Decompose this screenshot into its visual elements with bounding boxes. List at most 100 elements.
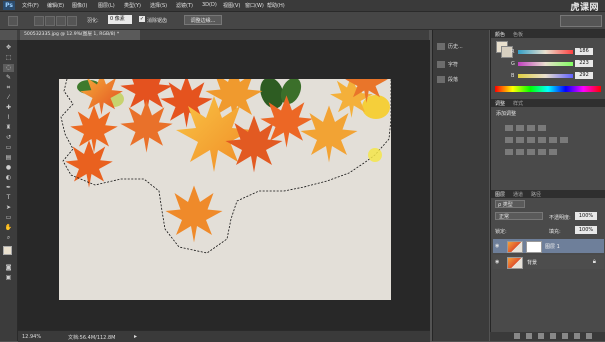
new-layer-icon[interactable] [574,333,580,339]
history-brush-tool-icon[interactable]: ↺ [3,134,14,142]
subtract-selection-icon[interactable] [56,16,66,26]
path-select-tool-icon[interactable]: ➤ [3,204,14,212]
eraser-tool-icon[interactable]: ▭ [3,144,14,152]
tab-styles[interactable]: 样式 [513,100,523,107]
tab-adjustments[interactable]: 调整 [495,100,505,107]
marquee-tool-icon[interactable]: ⬚ [3,54,14,62]
document-tab-bar: 500532335.jpg @ 12.9%(图层 1, RGB/8) * [17,30,429,40]
vibrance-icon[interactable] [505,137,513,143]
menu-window[interactable]: 窗口(W) [245,2,264,9]
r-value[interactable]: 186 [575,48,593,55]
crop-tool-icon[interactable]: ⌗ [3,84,14,92]
blend-mode-select[interactable]: 正常 [495,212,543,220]
channel-mixer-icon[interactable] [560,137,568,143]
document-image[interactable] [59,79,391,300]
delete-layer-icon[interactable] [586,333,592,339]
dodge-tool-icon[interactable]: ◐ [3,174,14,182]
eyedropper-tool-icon[interactable]: ⁄ [3,94,14,102]
history-panel-button[interactable]: 历史... [437,43,463,50]
link-layers-icon[interactable] [514,333,520,339]
feather-input[interactable]: 0 像素 [108,15,132,24]
menu-3d[interactable]: 3D(D) [202,2,217,8]
workspace-select[interactable] [560,15,602,27]
selective-color-icon[interactable] [549,149,557,155]
menu-select[interactable]: 选择(S) [150,2,167,9]
color-balance-icon[interactable] [527,137,535,143]
posterize-icon[interactable] [516,149,524,155]
tab-paths[interactable]: 路径 [531,191,541,198]
invert-icon[interactable] [505,149,513,155]
hand-tool-icon[interactable]: ✋ [3,224,14,232]
tab-color[interactable]: 颜色 [495,31,505,38]
visibility-eye-icon[interactable]: ◉ [495,243,501,249]
move-tool-icon[interactable]: ✥ [3,44,14,52]
brightness-icon[interactable] [505,125,513,131]
fill-input[interactable]: 100% [575,226,597,234]
quick-select-tool-icon[interactable]: ✎ [3,74,14,82]
b-slider[interactable] [518,74,573,78]
character-label: 字符 [448,62,459,68]
foreground-color-swatch[interactable] [3,246,12,255]
g-slider[interactable] [518,62,573,66]
lasso-preset-icon[interactable] [8,16,18,26]
menu-file[interactable]: 文件(F) [22,2,39,9]
threshold-icon[interactable] [527,149,535,155]
document-tab[interactable]: 500532335.jpg @ 12.9%(图层 1, RGB/8) * [20,30,140,40]
gradient-tool-icon[interactable]: ▤ [3,154,14,162]
opacity-input[interactable]: 100% [575,212,597,220]
color-spectrum[interactable] [495,86,601,92]
b-value[interactable]: 292 [575,72,593,79]
character-panel-button[interactable]: 字符 [437,61,458,68]
layer-mask-thumbnail[interactable] [526,241,542,253]
menu-edit[interactable]: 编辑(E) [47,2,64,9]
lasso-tool-icon[interactable]: ◌ [3,64,14,72]
black-white-icon[interactable] [538,137,546,143]
hue-saturation-icon[interactable] [516,137,524,143]
paragraph-panel-button[interactable]: 段落 [437,76,458,83]
layer-style-icon[interactable] [526,333,532,339]
visibility-eye-icon[interactable]: ◉ [495,259,501,265]
new-group-icon[interactable] [562,333,568,339]
tab-swatches[interactable]: 色板 [513,31,523,38]
adjustment-layer-icon[interactable] [550,333,556,339]
new-selection-icon[interactable] [34,16,44,26]
shape-tool-icon[interactable]: ▭ [3,214,14,222]
brush-tool-icon[interactable]: ⌇ [3,114,14,122]
tab-channels[interactable]: 通道 [513,191,523,198]
healing-tool-icon[interactable]: ✚ [3,104,14,112]
photo-filter-icon[interactable] [549,137,557,143]
quick-mask-icon[interactable]: ◙ [3,264,14,272]
menu-type[interactable]: 类型(Y) [124,2,141,9]
zoom-readout[interactable]: 12.94% [22,334,41,340]
layer-row-layer1[interactable]: ◉ 图层 1 [493,239,604,253]
blur-tool-icon[interactable]: ● [3,164,14,172]
exposure-icon[interactable] [538,125,546,131]
zoom-tool-icon[interactable]: ⌕ [3,234,14,242]
pen-tool-icon[interactable]: ✒ [3,184,14,192]
tab-layers[interactable]: 图层 [495,191,505,198]
layer-name[interactable]: 背景 [527,259,537,266]
layer-name[interactable]: 图层 1 [545,243,560,250]
stamp-tool-icon[interactable]: ♜ [3,124,14,132]
refine-edge-button[interactable]: 调整边缘... [184,15,222,25]
g-value[interactable]: 223 [575,60,593,67]
levels-icon[interactable] [516,125,524,131]
menu-layer[interactable]: 图层(L) [98,2,115,9]
menu-image[interactable]: 图像(I) [72,2,87,9]
antialias-checkbox[interactable]: ✓ [139,16,145,22]
menu-filter[interactable]: 滤镜(T) [176,2,193,9]
screen-mode-icon[interactable]: ▣ [3,274,14,282]
menu-help[interactable]: 帮助(H) [267,2,285,9]
color-panel-header: 颜色 色板 [491,30,605,38]
r-slider[interactable] [518,50,573,54]
type-tool-icon[interactable]: T [3,194,14,202]
intersect-selection-icon[interactable] [67,16,77,26]
add-selection-icon[interactable] [45,16,55,26]
curves-icon[interactable] [527,125,535,131]
status-menu-arrow-icon[interactable]: ▸ [134,333,137,340]
gradient-map-icon[interactable] [538,149,546,155]
menu-view[interactable]: 视图(V) [223,2,240,9]
layer-filter-select[interactable]: ρ 类型 [495,200,525,208]
add-mask-icon[interactable] [538,333,544,339]
layer-row-background[interactable]: ◉ 背景 🔒︎ [493,255,604,269]
